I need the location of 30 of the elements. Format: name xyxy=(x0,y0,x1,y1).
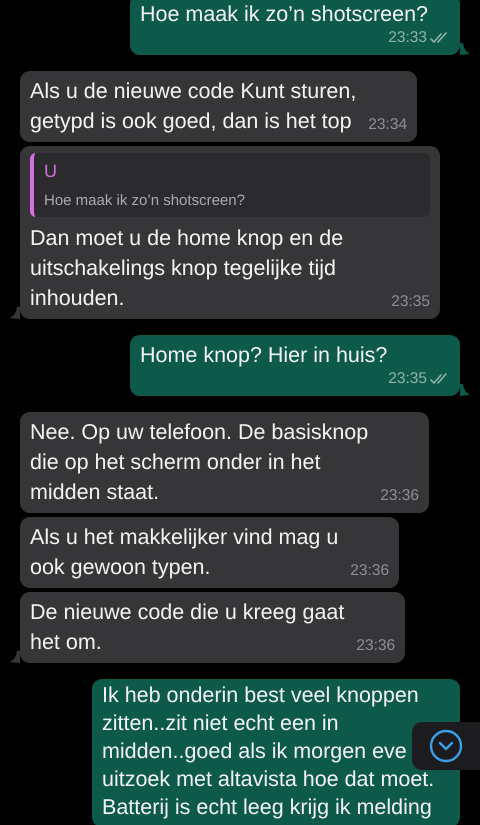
chevron-down-circle-icon xyxy=(429,729,463,763)
message-text: De nieuwe code die u kreeg gaat het om. xyxy=(30,599,344,656)
bubble-tail xyxy=(10,651,20,663)
message-bubble[interactable]: De nieuwe code die u kreeg gaat het om. 23:36 xyxy=(20,592,406,663)
bubble-tail xyxy=(460,384,470,396)
message-time: 23:36 xyxy=(380,487,420,505)
message-text: Als u het makkelijker vind mag u ook gewoon typen. xyxy=(30,524,338,581)
message-bubble[interactable]: Home knop? Hier in huis? 23:35 xyxy=(130,335,460,396)
message-text: Dan moet u de home knop en de uitschakelings knop tegelijke tijd inhouden. xyxy=(30,225,344,312)
message-bubble[interactable]: Hoe maak ik zo’n shotscreen? 23:33 xyxy=(130,0,460,55)
message-text: Hoe maak ik zo’n shotscreen? xyxy=(140,1,428,28)
message-bubble[interactable]: Als u de nieuwe code Kunt sturen, getypd is ook goed, dan is het top 23:34 xyxy=(20,71,418,142)
bubble-tail xyxy=(460,43,470,55)
message-time: 23:35 xyxy=(391,293,430,311)
message-time: 23:36 xyxy=(350,562,390,580)
quote-text: Hoe maak ik zo’n shotscreen? xyxy=(44,192,246,209)
message-text: Nee. Op uw telefoon. De basisknop die op het scherm onder in het midden staat. xyxy=(30,419,368,506)
message-bubble[interactable]: Als u het makkelijker vind mag u ook gewoon typen. 23:36 xyxy=(20,517,400,588)
message-bubble[interactable]: Nee. Op uw telefoon. De basisknop die op het scherm onder in het midden staat. 23:36 xyxy=(20,412,430,513)
quote-author: U xyxy=(44,161,58,182)
message-time: 23:33 xyxy=(388,29,427,47)
quoted-message[interactable]: U Hoe maak ik zo’n shotscreen? xyxy=(30,153,430,217)
message-time: 23:36 xyxy=(356,637,396,655)
message-bubble[interactable]: U Hoe maak ik zo’n shotscreen? Dan moet u de home knop en de uitschakelings knop tegelijke tijd inhouden. 23:35 xyxy=(20,146,440,319)
message-text: Als u de nieuwe code Kunt sturen, getypd is ook goed, dan is het top xyxy=(30,78,356,135)
message-time: 23:34 xyxy=(368,116,408,134)
message-text: Home knop? Hier in huis? xyxy=(140,342,388,369)
bubble-tail xyxy=(10,307,20,319)
scroll-down-button[interactable] xyxy=(412,722,480,770)
message-time: 23:35 xyxy=(388,370,427,388)
